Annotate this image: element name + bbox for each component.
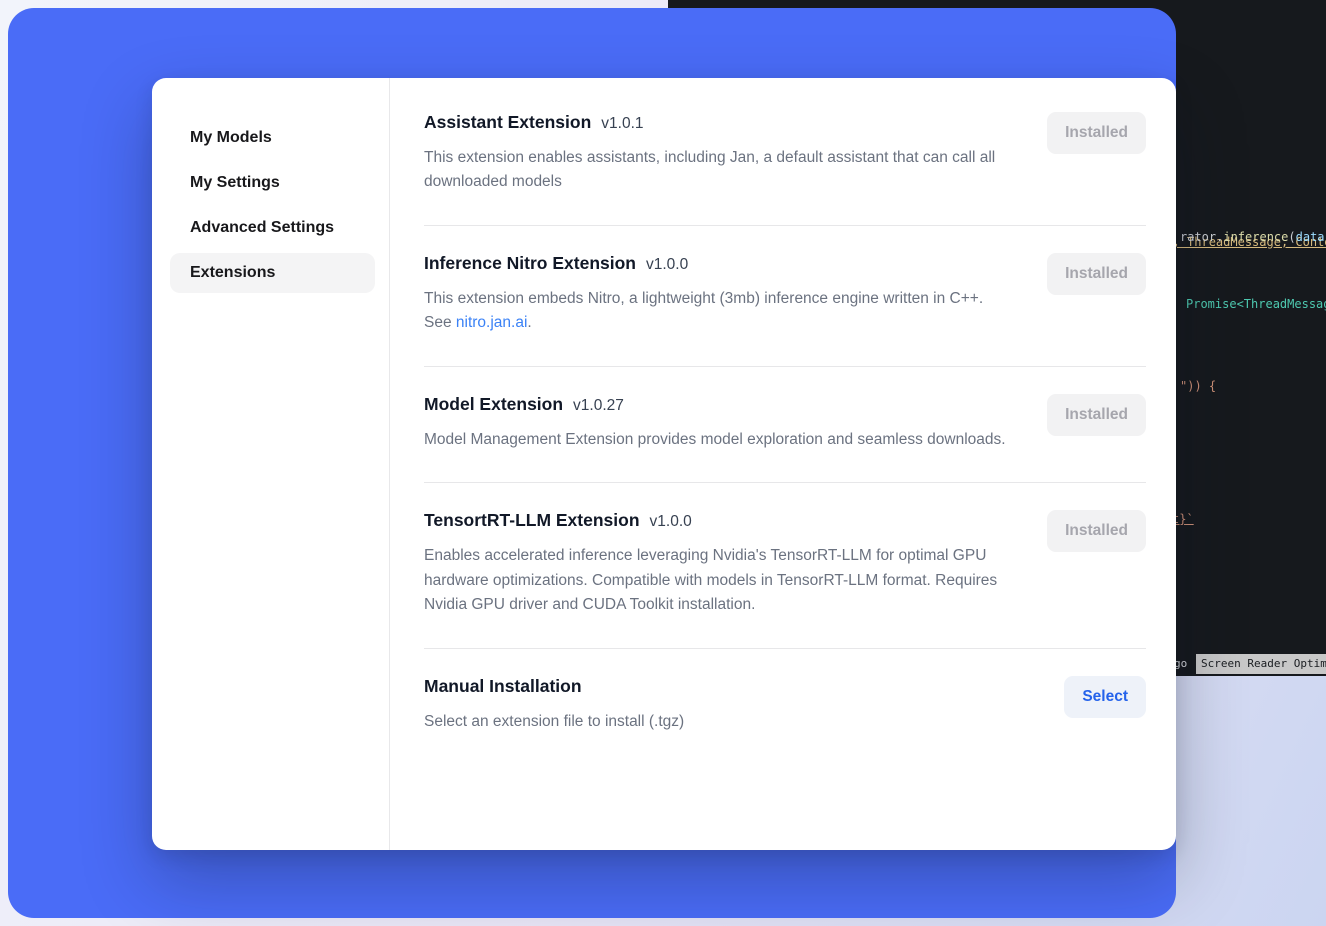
desktop: 2 * The entrypoint for the plugin. 3 */ …	[0, 0, 1326, 926]
extension-title: Manual Installation	[424, 676, 582, 696]
nitro-link[interactable]: nitro.jan.ai	[456, 314, 528, 331]
extensions-list: Assistant Extension v1.0.1 This extension…	[390, 78, 1176, 850]
installed-button[interactable]: Installed	[1047, 253, 1146, 295]
extension-row-nitro: Inference Nitro Extension v1.0.0 This ext…	[424, 226, 1146, 367]
sidebar-item-my-models[interactable]: My Models	[170, 118, 375, 158]
extension-title: Assistant Extension	[424, 112, 591, 132]
extension-row-assistant: Assistant Extension v1.0.1 This extension…	[424, 106, 1146, 226]
extension-description: This extension enables assistants, inclu…	[424, 146, 1009, 195]
extension-title: TensortRT-LLM Extension	[424, 510, 640, 530]
extension-title: Inference Nitro Extension	[424, 253, 636, 273]
code-fragment: Promise<ThreadMessage>	[1186, 297, 1326, 311]
extension-version: v1.0.27	[573, 397, 624, 414]
screen-reader-badge: Screen Reader Optimize	[1196, 654, 1326, 674]
settings-modal: My Models My Settings Advanced Settings …	[152, 78, 1176, 850]
extension-version: v1.0.0	[646, 256, 688, 273]
extension-title: Model Extension	[424, 394, 563, 414]
extension-version: v1.0.1	[601, 115, 643, 132]
extension-description: This extension embeds Nitro, a lightweig…	[424, 287, 1009, 336]
manual-installation-row: Manual Installation Select an extension …	[424, 649, 1146, 764]
extension-version: v1.0.0	[650, 513, 692, 530]
extension-row-model: Model Extension v1.0.27 Model Management …	[424, 367, 1146, 483]
code-fragment: rator.inference(data));	[1180, 230, 1326, 244]
settings-sidebar: My Models My Settings Advanced Settings …	[152, 78, 390, 850]
installed-button[interactable]: Installed	[1047, 394, 1146, 436]
sidebar-item-my-settings[interactable]: My Settings	[170, 163, 375, 203]
extension-description: Model Management Extension provides mode…	[424, 428, 1009, 452]
select-file-button[interactable]: Select	[1064, 676, 1146, 718]
code-fragment: ")) {	[1180, 379, 1216, 393]
extension-description: Select an extension file to install (.tg…	[424, 710, 1009, 734]
extension-description: Enables accelerated inference leveraging…	[424, 544, 1009, 617]
installed-button[interactable]: Installed	[1047, 510, 1146, 552]
extension-row-tensorrt: TensortRT-LLM Extension v1.0.0 Enables ac…	[424, 483, 1146, 648]
sidebar-item-extensions[interactable]: Extensions	[170, 253, 375, 293]
installed-button[interactable]: Installed	[1047, 112, 1146, 154]
sidebar-item-advanced-settings[interactable]: Advanced Settings	[170, 208, 375, 248]
